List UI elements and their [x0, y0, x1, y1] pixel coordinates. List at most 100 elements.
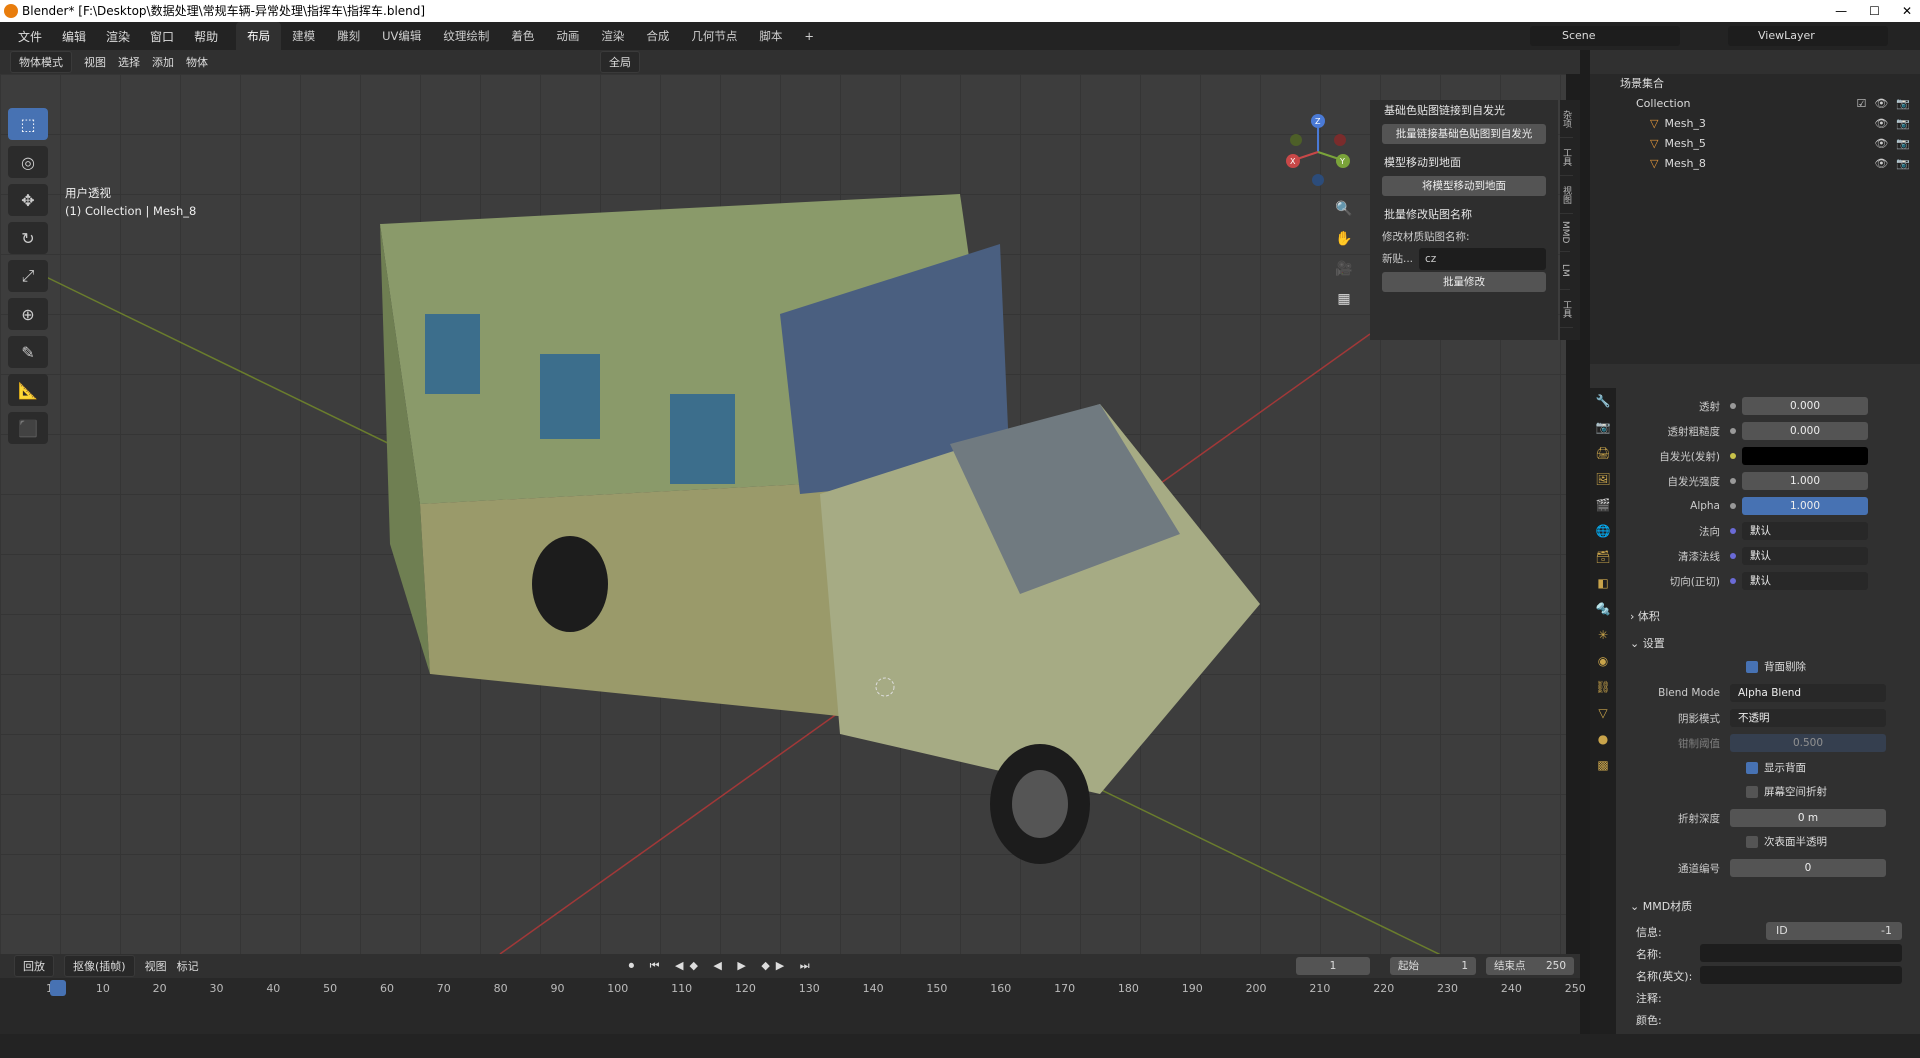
maximize-icon[interactable]: ☐	[1869, 0, 1880, 22]
tab-geometry-nodes[interactable]: 几何节点	[680, 22, 748, 50]
collection-tab-icon[interactable]: 🗃	[1590, 544, 1616, 570]
name-input[interactable]	[1700, 944, 1902, 962]
menu-window[interactable]: 窗口	[140, 28, 184, 45]
menu-object[interactable]: 物体	[186, 54, 208, 70]
transmission-field[interactable]: 0.000	[1742, 397, 1868, 415]
ortho-toggle-icon[interactable]: ▦	[1331, 286, 1357, 312]
view-layer-tab-icon[interactable]: 🖼	[1590, 466, 1616, 492]
menu-select[interactable]: 选择	[118, 54, 140, 70]
move-to-ground-button[interactable]: 将模型移动到地面	[1382, 176, 1546, 196]
clip-threshold-field[interactable]: 0.500	[1730, 734, 1886, 752]
tab-tool-2[interactable]: 工具	[1560, 290, 1573, 328]
constraints-tab-icon[interactable]: ⛓	[1590, 674, 1616, 700]
batch-link-emission-button[interactable]: 批量链接基础色贴图到自发光	[1382, 124, 1546, 144]
section-rename-textures[interactable]: 批量修改贴图名称	[1370, 204, 1558, 226]
tool-tab-icon[interactable]: 🔧	[1590, 388, 1616, 414]
transmission-roughness-field[interactable]: 0.000	[1742, 422, 1868, 440]
clearcoat-normal-field[interactable]: 默认	[1742, 547, 1868, 565]
eye-icon[interactable]: 👁	[1874, 94, 1888, 114]
tab-scripting[interactable]: 脚本	[748, 22, 793, 50]
tab-sculpt[interactable]: 雕刻	[326, 22, 371, 50]
name-en-input[interactable]	[1700, 966, 1902, 984]
object-mode-dropdown[interactable]: 物体模式	[10, 51, 72, 73]
modifier-tab-icon[interactable]: 🔩	[1590, 596, 1616, 622]
section-move-to-ground[interactable]: 模型移动到地面	[1370, 152, 1558, 174]
alpha-field[interactable]: 1.000	[1742, 497, 1868, 515]
texture-tab-icon[interactable]: ▩	[1590, 752, 1616, 778]
minimize-icon[interactable]: —	[1835, 0, 1847, 22]
particles-tab-icon[interactable]: ✳	[1590, 622, 1616, 648]
select-box-tool-icon[interactable]: ⬚	[8, 108, 48, 140]
object-tab-icon[interactable]: ◧	[1590, 570, 1616, 596]
camera-view-icon[interactable]: 🎥	[1331, 256, 1357, 282]
render-tab-icon[interactable]: 📷	[1590, 414, 1616, 440]
batch-rename-button[interactable]: 批量修改	[1382, 272, 1546, 292]
tangent-field[interactable]: 默认	[1742, 572, 1868, 590]
backface-culling-checkbox[interactable]: 背面剔除	[1746, 659, 1806, 674]
blend-mode-dropdown[interactable]: Alpha Blend	[1730, 684, 1886, 702]
tab-layout[interactable]: 布局	[236, 22, 282, 50]
tab-mmd[interactable]: MMD	[1560, 214, 1570, 252]
shadow-mode-dropdown[interactable]: 不透明	[1730, 709, 1886, 727]
annotate-tool-icon[interactable]: ✎	[8, 336, 48, 368]
navigation-gizmo[interactable]: Z Y X	[1280, 112, 1356, 192]
transform-orientation-dropdown[interactable]: 全局	[600, 51, 640, 73]
playhead[interactable]	[50, 980, 66, 996]
add-cube-tool-icon[interactable]: ⬛	[8, 412, 48, 444]
world-tab-icon[interactable]: 🌐	[1590, 518, 1616, 544]
tab-view[interactable]: 视图	[1560, 176, 1573, 214]
emission-color-field[interactable]	[1742, 447, 1868, 465]
close-icon[interactable]: ✕	[1902, 0, 1912, 22]
tab-modeling[interactable]: 建模	[281, 22, 326, 50]
scene-collection-row[interactable]: 场景集合	[1590, 74, 1920, 94]
id-field[interactable]: ID -1	[1766, 922, 1902, 940]
normal-field[interactable]: 默认	[1742, 522, 1868, 540]
menu-view[interactable]: 视图	[84, 54, 106, 70]
playback-controls[interactable]: ⏺ ⏮ ◀◆ ◀ ▶ ◆▶ ⏭	[629, 959, 816, 973]
outliner-item-mesh5[interactable]: ▽ Mesh_5 👁 📷	[1590, 134, 1920, 154]
tab-compositing[interactable]: 合成	[635, 22, 680, 50]
camera-icon[interactable]: 📷	[1896, 114, 1910, 134]
section-emission-link[interactable]: 基础色贴图链接到自发光	[1370, 100, 1558, 122]
outliner-item-mesh8[interactable]: ▽ Mesh_8 👁 📷	[1590, 154, 1920, 174]
current-frame-field[interactable]: 1	[1296, 957, 1370, 975]
show-backface-checkbox[interactable]: 显示背面	[1746, 760, 1806, 775]
new-name-input[interactable]: cz	[1419, 248, 1546, 270]
data-tab-icon[interactable]: ▽	[1590, 700, 1616, 726]
subsurface-translucency-checkbox[interactable]: 次表面半透明	[1746, 834, 1827, 849]
menu-edit[interactable]: 编辑	[52, 28, 96, 45]
camera-icon[interactable]: 📷	[1896, 154, 1910, 174]
eye-icon[interactable]: 👁	[1874, 134, 1888, 154]
tab-misc[interactable]: 杂项	[1560, 100, 1573, 138]
rotate-tool-icon[interactable]: ↻	[8, 222, 48, 254]
timeline-marker-menu[interactable]: 标记	[177, 958, 199, 974]
add-workspace-icon[interactable]: +	[793, 22, 825, 50]
material-tab-icon[interactable]: ●	[1590, 726, 1616, 752]
eye-icon[interactable]: 👁	[1874, 114, 1888, 134]
pan-hand-icon[interactable]: ✋	[1331, 226, 1357, 252]
end-frame-field[interactable]: 结束点 250	[1486, 957, 1574, 975]
camera-icon[interactable]: 📷	[1896, 94, 1910, 114]
output-tab-icon[interactable]: 🖨	[1590, 440, 1616, 466]
start-frame-field[interactable]: 起始 1	[1390, 957, 1476, 975]
ssr-checkbox[interactable]: 屏幕空间折射	[1746, 784, 1827, 799]
tab-tool[interactable]: 工具	[1560, 138, 1573, 176]
tab-texture-paint[interactable]: 纹理绘制	[432, 22, 500, 50]
menu-render[interactable]: 渲染	[96, 28, 140, 45]
checkbox-icon[interactable]: ☑	[1856, 94, 1866, 114]
scene-selector[interactable]: Scene	[1530, 26, 1680, 46]
measure-tool-icon[interactable]: 📐	[8, 374, 48, 406]
tab-lm[interactable]: LM	[1560, 252, 1570, 290]
tab-shading[interactable]: 着色	[500, 22, 545, 50]
eye-icon[interactable]: 👁	[1874, 154, 1888, 174]
collection-row[interactable]: Collection ☑ 👁 📷	[1590, 94, 1920, 114]
viewlayer-selector[interactable]: ViewLayer	[1728, 26, 1888, 46]
menu-file[interactable]: 文件	[8, 28, 52, 45]
refraction-depth-field[interactable]: 0 m	[1730, 809, 1886, 827]
volume-panel[interactable]: › 体积	[1630, 608, 1660, 624]
move-tool-icon[interactable]: ✥	[8, 184, 48, 216]
keying-dropdown[interactable]: 抠像(插帧)	[64, 955, 135, 977]
playback-dropdown[interactable]: 回放	[14, 955, 54, 977]
scale-tool-icon[interactable]: ⤢	[8, 260, 48, 292]
cursor-tool-icon[interactable]: ◎	[8, 146, 48, 178]
